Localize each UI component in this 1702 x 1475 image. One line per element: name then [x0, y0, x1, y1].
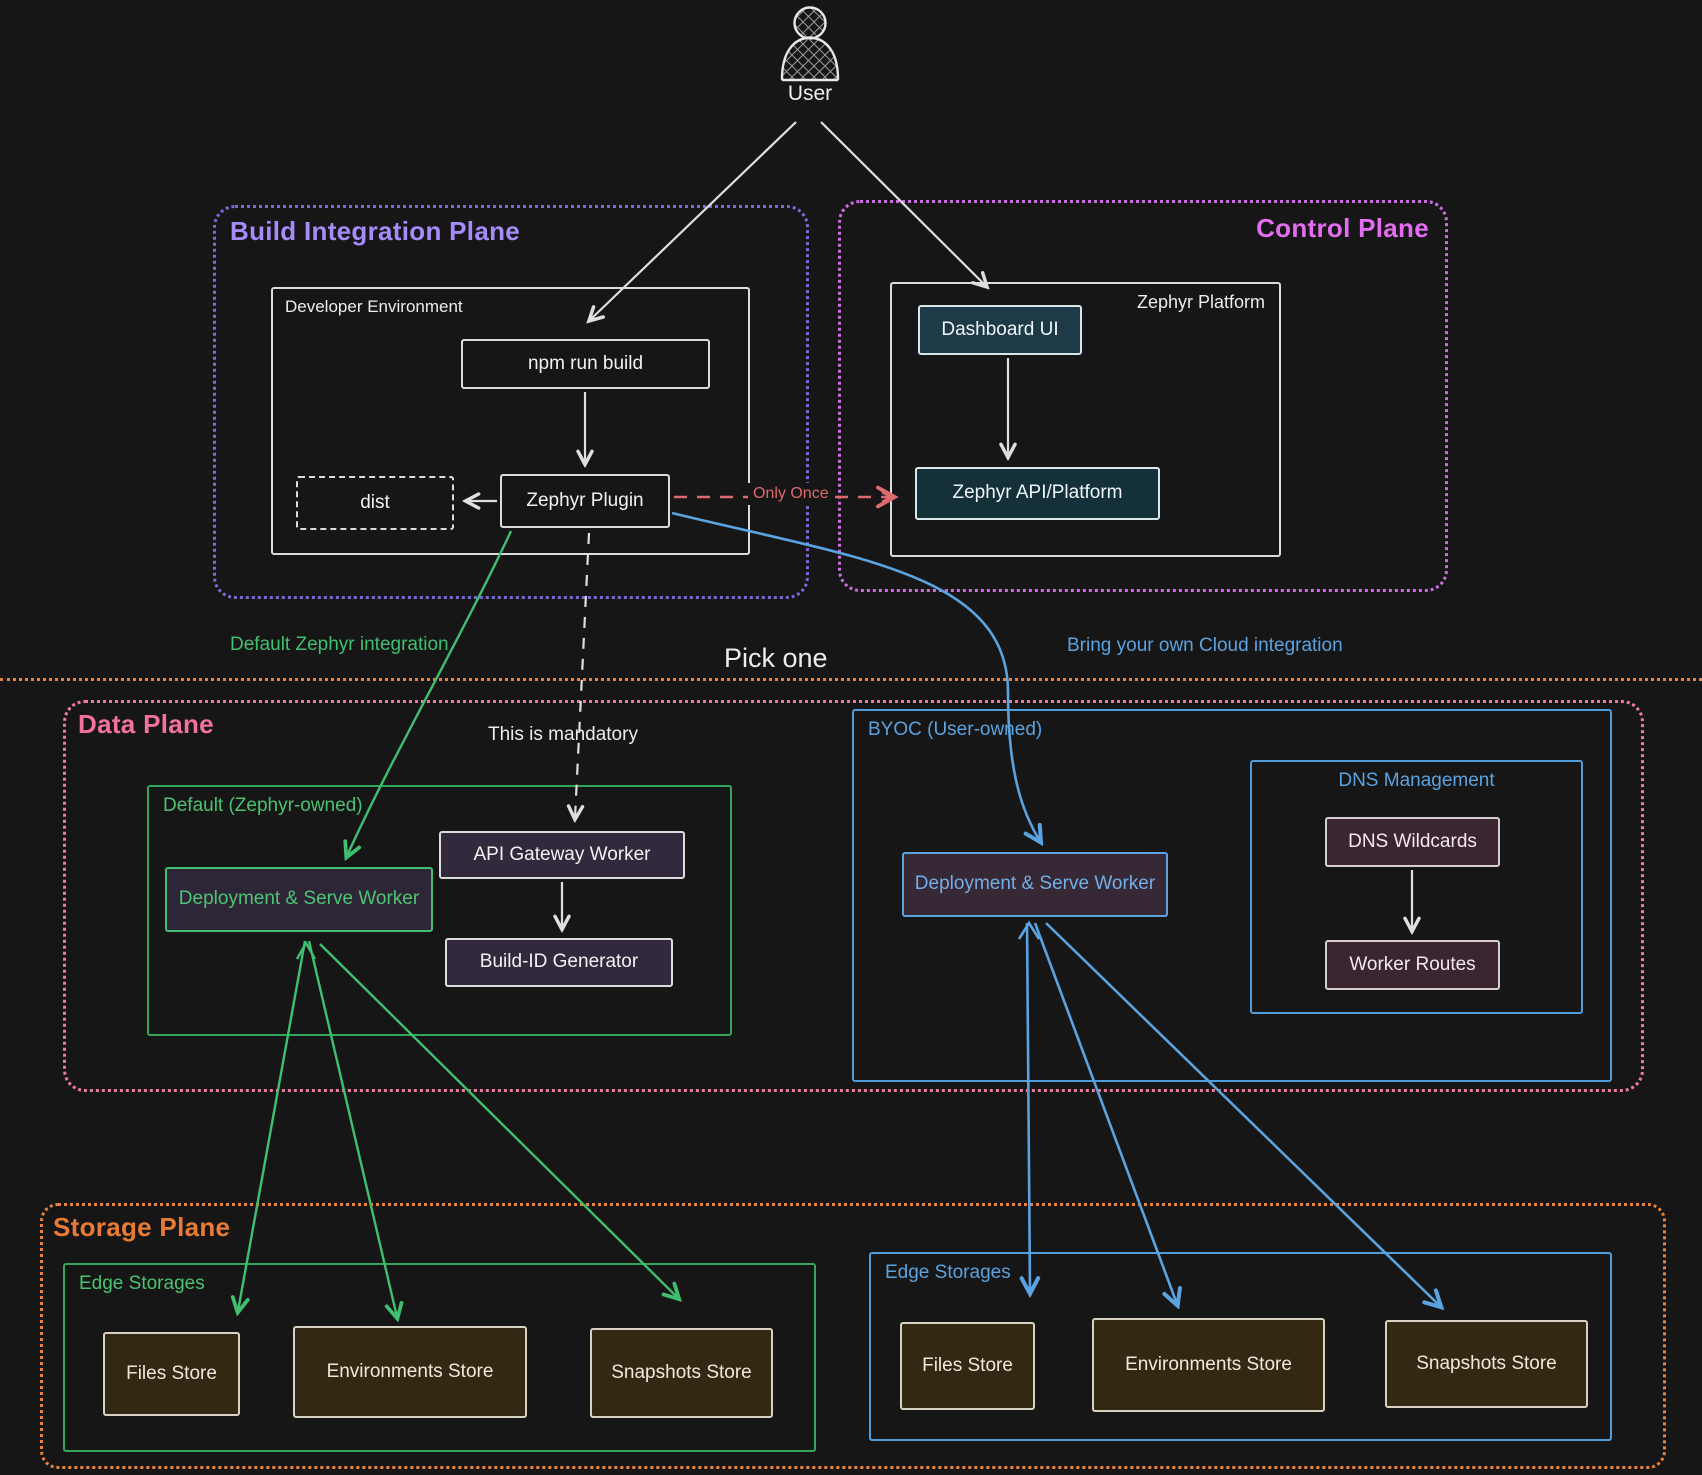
pick-one-label: Pick one — [724, 643, 828, 674]
dashboard-ui-node: Dashboard UI — [918, 305, 1082, 355]
developer-environment-title: Developer Environment — [285, 297, 463, 317]
byoc-group-title: BYOC (User-owned) — [868, 719, 1042, 741]
dns-wildcards-node: DNS Wildcards — [1325, 817, 1500, 867]
dns-management-title: DNS Management — [1252, 770, 1581, 792]
edge-storages-byoc-title: Edge Storages — [885, 1262, 1011, 1284]
snapshots-store-byoc-node: Snapshots Store — [1385, 1320, 1588, 1408]
user-label: User — [785, 82, 835, 106]
control-plane-title: Control Plane — [1256, 213, 1429, 244]
plane-separator-line — [0, 678, 1702, 681]
only-once-label: Only Once — [748, 483, 834, 505]
api-gateway-worker-node: API Gateway Worker — [439, 831, 685, 879]
zephyr-api-node: Zephyr API/Platform — [915, 467, 1160, 520]
architecture-diagram: Build Integration Plane Control Plane Da… — [0, 0, 1702, 1475]
mandatory-label: This is mandatory — [488, 724, 638, 746]
deployment-serve-worker-byoc-node: Deployment & Serve Worker — [902, 852, 1168, 917]
default-integration-label: Default Zephyr integration — [230, 634, 449, 656]
byoc-integration-label: Bring your own Cloud integration — [1067, 635, 1343, 657]
snapshots-store-default-node: Snapshots Store — [590, 1328, 773, 1418]
deployment-serve-worker-default-node: Deployment & Serve Worker — [165, 867, 433, 932]
zephyr-platform-title: Zephyr Platform — [1137, 292, 1265, 313]
build-plane-title: Build Integration Plane — [230, 216, 520, 247]
worker-routes-node: Worker Routes — [1325, 940, 1500, 990]
zephyr-plugin-node: Zephyr Plugin — [500, 474, 670, 528]
dist-node: dist — [296, 476, 454, 530]
files-store-byoc-node: Files Store — [900, 1322, 1035, 1410]
environments-store-default-node: Environments Store — [293, 1326, 527, 1418]
default-group-title: Default (Zephyr-owned) — [163, 795, 363, 817]
npm-run-build-node: npm run build — [461, 339, 710, 389]
data-plane-title: Data Plane — [78, 709, 214, 740]
user-icon — [782, 8, 838, 81]
build-id-generator-node: Build-ID Generator — [445, 938, 673, 987]
storage-plane-title: Storage Plane — [53, 1212, 230, 1243]
edge-storages-default-title: Edge Storages — [79, 1273, 205, 1295]
files-store-default-node: Files Store — [103, 1332, 240, 1416]
environments-store-byoc-node: Environments Store — [1092, 1318, 1325, 1412]
